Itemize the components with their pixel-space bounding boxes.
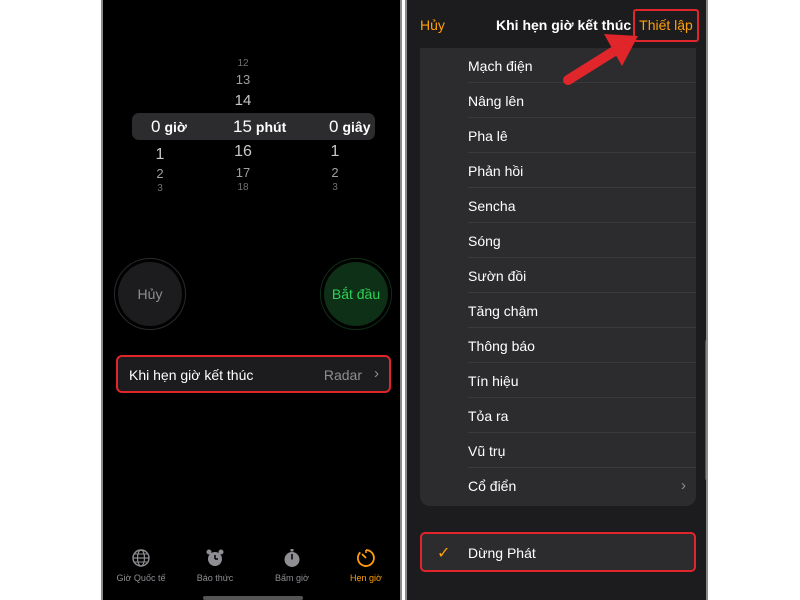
sound-label: Pha lê — [468, 128, 508, 144]
stop-playing-label: Dừng Phát — [468, 545, 536, 561]
hours-below-1[interactable]: 1 — [115, 146, 205, 164]
sound-label: Phản hồi — [468, 163, 524, 179]
tab-alarm-label: Báo thức — [196, 573, 234, 583]
hours-selected-value: 0 — [151, 117, 161, 136]
hours-selected[interactable]: 0 giờ — [151, 117, 187, 137]
list-item[interactable]: Tín hiệu — [420, 363, 696, 398]
list-item[interactable]: Tỏa ra — [420, 398, 696, 433]
timer-icon — [357, 549, 375, 567]
minutes-below-3[interactable]: 18 — [198, 182, 288, 193]
list-item-classic[interactable]: Cổ điển › — [420, 468, 696, 503]
seconds-unit: giây — [342, 119, 371, 135]
stopwatch-icon — [284, 549, 300, 567]
sound-label: Tăng chậm — [468, 303, 539, 319]
globe-icon — [132, 549, 150, 567]
tab-bar: Giờ Quốc tế Báo thức Bấm giờ Hẹn giờ — [103, 540, 400, 600]
sound-label: Sencha — [468, 198, 516, 214]
when-timer-ends-label: Khi hẹn giờ kết thúc — [129, 367, 254, 383]
when-timer-ends-row[interactable]: Khi hẹn giờ kết thúc Radar › — [116, 355, 391, 393]
minutes-below-2[interactable]: 17 — [198, 165, 288, 180]
chevron-right-icon: › — [374, 365, 379, 382]
list-item[interactable]: Sencha — [420, 188, 696, 223]
minutes-selected[interactable]: 15 phút — [233, 117, 286, 137]
minutes-selected-value: 15 — [233, 117, 252, 136]
list-item[interactable]: Mạch điện — [420, 48, 696, 83]
red-arrow-annotation — [563, 34, 638, 85]
set-button[interactable]: Thiết lập — [633, 9, 699, 42]
seconds-selected[interactable]: 0 giây — [329, 117, 370, 137]
tab-world-clock-label: Giờ Quốc tế — [116, 573, 166, 583]
stop-playing-row[interactable]: ✓ Dừng Phát — [420, 532, 696, 572]
minutes-above-3[interactable]: 12 — [198, 58, 288, 69]
minutes-below-1[interactable]: 16 — [198, 143, 288, 161]
sound-label: Thông báo — [468, 338, 535, 354]
right-phone-screen: Hủy Khi hẹn giờ kết thúc Thiết lập Mạch … — [405, 0, 708, 600]
sound-label: Cổ điển — [468, 478, 517, 494]
tab-world-clock[interactable]: Giờ Quốc tế — [106, 548, 176, 583]
alarm-icon — [206, 549, 224, 566]
tab-stopwatch-label: Bấm giờ — [275, 573, 309, 583]
tab-timer[interactable]: Hẹn giờ — [331, 548, 400, 583]
seconds-below-2[interactable]: 2 — [290, 165, 380, 180]
list-item[interactable]: Thông báo — [420, 328, 696, 363]
sheet-cancel-button[interactable]: Hủy — [420, 17, 445, 33]
sheet-header: Hủy Khi hẹn giờ kết thúc Thiết lập — [407, 0, 706, 50]
minutes-above-1[interactable]: 14 — [198, 92, 288, 109]
selected-sound-value: Radar — [323, 367, 362, 383]
hours-below-3[interactable]: 3 — [115, 183, 205, 194]
sound-label: Nâng lên — [468, 93, 525, 109]
list-item[interactable]: Nâng lên — [420, 83, 696, 118]
left-phone-screen: 1 2 3 0 giờ 12 13 14 16 17 18 15 phút 1 2 … — [101, 0, 402, 600]
tab-timer-label: Hẹn giờ — [350, 573, 382, 583]
sound-list: Mạch điện Nâng lên Pha lê Phản hồi Sench… — [420, 48, 696, 506]
minutes-unit: phút — [255, 119, 287, 135]
scrollbar[interactable] — [705, 340, 706, 480]
hours-unit: giờ — [164, 119, 187, 135]
minutes-above-2[interactable]: 13 — [198, 72, 288, 87]
sound-label: Sườn đồi — [468, 268, 527, 284]
cancel-button[interactable]: Hủy — [114, 258, 186, 330]
list-item[interactable]: Tăng chậm — [420, 293, 696, 328]
sound-label: Tỏa ra — [468, 408, 509, 424]
list-item[interactable]: Sóng — [420, 223, 696, 258]
tab-stopwatch[interactable]: Bấm giờ — [257, 548, 327, 583]
tab-alarm[interactable]: Báo thức — [180, 548, 250, 583]
sound-label: Tín hiệu — [468, 373, 519, 389]
list-item[interactable]: Vũ trụ — [420, 433, 696, 468]
checkmark-icon: ✓ — [437, 545, 451, 562]
hours-below-2[interactable]: 2 — [115, 166, 205, 181]
start-button[interactable]: Bắt đầu — [320, 258, 392, 330]
seconds-selected-value: 0 — [329, 117, 339, 136]
list-item[interactable]: Phản hồi — [420, 153, 696, 188]
list-item[interactable]: Sườn đồi — [420, 258, 696, 293]
home-indicator — [203, 596, 303, 600]
seconds-below-1[interactable]: 1 — [290, 143, 380, 161]
list-item[interactable]: Pha lê — [420, 118, 696, 153]
sound-label: Vũ trụ — [468, 443, 506, 459]
seconds-below-3[interactable]: 3 — [290, 182, 380, 193]
sound-label: Mạch điện — [468, 58, 533, 74]
sound-label: Sóng — [468, 233, 501, 249]
chevron-right-icon: › — [681, 477, 686, 494]
